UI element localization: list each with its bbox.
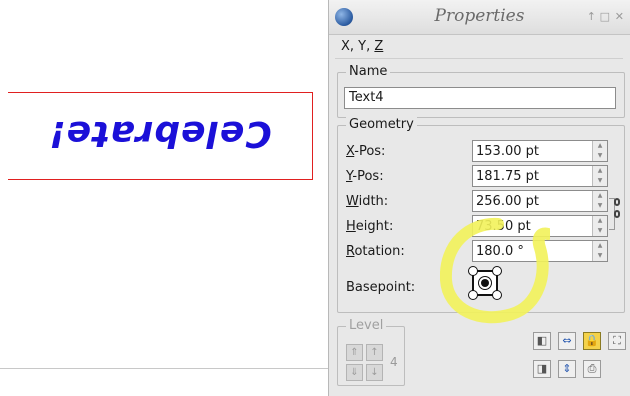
- y-pos-label: Y-Pos:: [346, 169, 384, 184]
- y-pos-value: 181.75 pt: [476, 169, 539, 184]
- document-canvas[interactable]: Celebrate!: [0, 0, 328, 396]
- flip-vertical-icon[interactable]: ⇕: [558, 360, 576, 378]
- width-spinbox[interactable]: 256.00 pt ▲ ▼: [472, 190, 608, 212]
- move-up-icon[interactable]: ↑: [587, 10, 596, 23]
- level-group-legend: Level: [346, 318, 387, 333]
- width-spin-buttons[interactable]: ▲ ▼: [592, 191, 607, 211]
- width-label: Width:: [346, 194, 389, 209]
- level-bottom-button[interactable]: ⇓: [346, 364, 363, 381]
- level-down-button[interactable]: ↓: [366, 364, 383, 381]
- x-pos-label: X-Pos:: [346, 144, 386, 159]
- height-spin-buttons[interactable]: ▲ ▼: [592, 216, 607, 236]
- level-up-button[interactable]: ↑: [366, 344, 383, 361]
- maximize-icon[interactable]: □: [600, 10, 610, 23]
- level-top-button[interactable]: ⇑: [346, 344, 363, 361]
- flip-icon[interactable]: ◧: [533, 332, 551, 350]
- rotation-value: 180.0 °: [476, 244, 524, 259]
- level-value: 4: [390, 355, 398, 369]
- basepoint-top-right[interactable]: [492, 266, 502, 276]
- rotation-spinbox[interactable]: 180.0 ° ▲ ▼: [472, 240, 608, 262]
- x-pos-spin-buttons[interactable]: ▲ ▼: [592, 141, 607, 161]
- tab-xyz[interactable]: X, Y, Z: [335, 36, 623, 59]
- flip-horizontal-icon[interactable]: ⇔: [558, 332, 576, 350]
- name-field[interactable]: Text4: [344, 87, 616, 109]
- basepoint-bottom-left[interactable]: [468, 290, 478, 300]
- geometry-group: Geometry X-Pos: 153.00 pt ▲ ▼ Y-Pos: 181.…: [337, 117, 625, 313]
- properties-panel: Properties ↑ □ ✕ X, Y, Z Name Text4 Geom…: [328, 0, 630, 396]
- y-pos-spinbox[interactable]: 181.75 pt ▲ ▼: [472, 165, 608, 187]
- level-group: Level ⇑ ↑ ⇓ ↓ 4: [337, 318, 405, 386]
- panel-title: Properties: [434, 6, 525, 26]
- name-group-legend: Name: [346, 64, 391, 79]
- basepoint-selector[interactable]: [468, 266, 502, 300]
- basepoint-bottom-right[interactable]: [492, 290, 502, 300]
- lock-icon[interactable]: 🔒: [583, 332, 601, 350]
- printer-icon[interactable]: ⎙: [583, 360, 601, 378]
- page-edge-line: [0, 368, 328, 369]
- tab-xyz-label: X, Y, Z: [341, 39, 384, 54]
- height-value: 73.50 pt: [476, 219, 531, 234]
- y-pos-spin-buttons[interactable]: ▲ ▼: [592, 166, 607, 186]
- rotation-spin-buttons[interactable]: ▲ ▼: [592, 241, 607, 261]
- close-icon[interactable]: ✕: [615, 10, 624, 23]
- geometry-group-legend: Geometry: [346, 117, 417, 132]
- no-print-icon[interactable]: ◨: [533, 360, 551, 378]
- width-value: 256.00 pt: [476, 194, 539, 209]
- height-label: Height:: [346, 219, 394, 234]
- height-spinbox[interactable]: 73.50 pt ▲ ▼: [472, 215, 608, 237]
- x-pos-value: 153.00 pt: [476, 144, 539, 159]
- x-pos-spinbox[interactable]: 153.00 pt ▲ ▼: [472, 140, 608, 162]
- rotation-label: Rotation:: [346, 244, 405, 259]
- basepoint-center[interactable]: [481, 279, 489, 287]
- size-lock-icon[interactable]: ⛶: [608, 332, 626, 350]
- panel-titlebar[interactable]: Properties ↑ □ ✕: [329, 0, 630, 35]
- basepoint-top-left[interactable]: [468, 266, 478, 276]
- frame-text: Celebrate!: [48, 113, 272, 154]
- name-group: Name Text4: [337, 64, 625, 118]
- basepoint-label: Basepoint:: [346, 280, 416, 295]
- keep-ratio-chain-icon[interactable]: [614, 196, 624, 230]
- text-frame[interactable]: Celebrate!: [8, 92, 313, 180]
